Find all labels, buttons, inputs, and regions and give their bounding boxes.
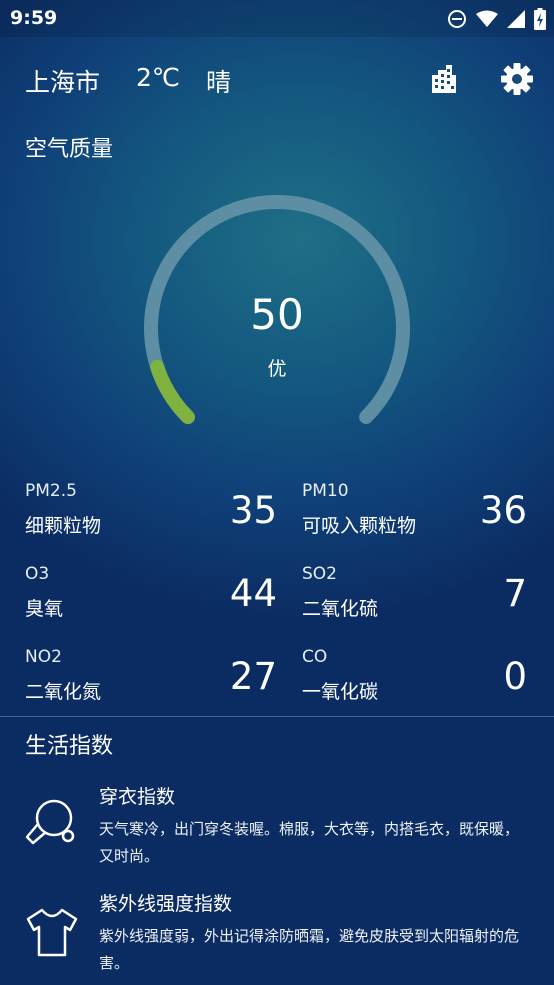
pollutant-so2: SO2 二氧化硫 7 — [302, 564, 542, 634]
weather-condition: 晴 — [206, 68, 232, 97]
pollutant-name: 细颗粒物 — [25, 515, 102, 537]
pollutant-value: 35 — [229, 489, 277, 532]
pollutant-code: CO — [302, 647, 328, 667]
life-index-description: 天气寒冷，出门穿冬装喔。棉服，大衣等，内搭毛衣，既保暖，又时尚。 — [99, 820, 520, 865]
pollutant-code: SO2 — [302, 564, 337, 584]
pollutant-value: 0 — [503, 655, 527, 698]
status-bar: 9:59 — [0, 0, 554, 37]
pollutant-code: PM10 — [302, 481, 349, 501]
status-time: 9:59 — [10, 7, 58, 29]
pollutant-o3: O3 臭氧 44 — [25, 564, 277, 634]
pollutant-name: 二氧化氮 — [25, 681, 102, 703]
air-quality-title: 空气质量 — [25, 137, 114, 162]
city-icon — [432, 65, 456, 93]
pollutant-no2: NO2 二氧化氮 27 — [25, 647, 277, 717]
pollutant-name: 可吸入颗粒物 — [302, 515, 417, 537]
pollutant-pm25: PM2.5 细颗粒物 35 — [25, 481, 277, 551]
pollutant-name: 臭氧 — [25, 598, 64, 620]
life-index-title: 生活指数 — [25, 734, 114, 759]
aqi-level: 优 — [267, 358, 287, 380]
current-temperature: 2℃ — [136, 63, 180, 92]
city-name[interactable]: 上海市 — [25, 63, 100, 99]
status-icons — [447, 8, 546, 30]
settings-button[interactable] — [499, 61, 535, 97]
pollutant-name: 二氧化硫 — [302, 598, 379, 620]
pollutant-code: O3 — [25, 564, 50, 584]
life-index-item-uv[interactable]: 紫外线强度指数 紫外线强度弱，外出记得涂防晒霜，避免皮肤受到太阳辐射的危害。 — [0, 889, 554, 979]
life-index-description: 紫外线强度弱，外出记得涂防晒霜，避免皮肤受到太阳辐射的危害。 — [99, 927, 520, 972]
pollutant-value: 27 — [229, 655, 277, 698]
life-index-name: 紫外线强度指数 — [99, 893, 233, 915]
wifi-icon — [476, 10, 498, 27]
header: 上海市 2℃ 晴 — [0, 55, 554, 105]
pollutant-value: 7 — [503, 572, 527, 615]
pollutant-pm10: PM10 可吸入颗粒物 36 — [302, 481, 542, 551]
pollutant-co: CO 一氧化碳 0 — [302, 647, 542, 717]
ping-pong-icon — [25, 799, 75, 845]
signal-icon — [507, 10, 525, 28]
life-index-item-clothing[interactable]: 穿衣指数 天气寒冷，出门穿冬装喔。棉服，大衣等，内搭毛衣，既保暖，又时尚。 — [0, 782, 554, 872]
city-button[interactable] — [426, 61, 462, 97]
pollutant-code: PM2.5 — [25, 481, 77, 501]
pollutant-value: 44 — [229, 572, 277, 615]
pollutant-code: NO2 — [25, 647, 62, 667]
pollutant-value: 36 — [479, 489, 527, 532]
t-shirt-icon — [26, 908, 78, 957]
battery-charging-icon — [534, 8, 546, 30]
section-divider — [0, 716, 554, 717]
gear-icon — [501, 63, 533, 95]
pollutant-name: 一氧化碳 — [302, 681, 379, 703]
aqi-value: 50 — [250, 290, 304, 339]
do-not-disturb-icon — [448, 10, 466, 28]
life-index-name: 穿衣指数 — [99, 786, 176, 808]
